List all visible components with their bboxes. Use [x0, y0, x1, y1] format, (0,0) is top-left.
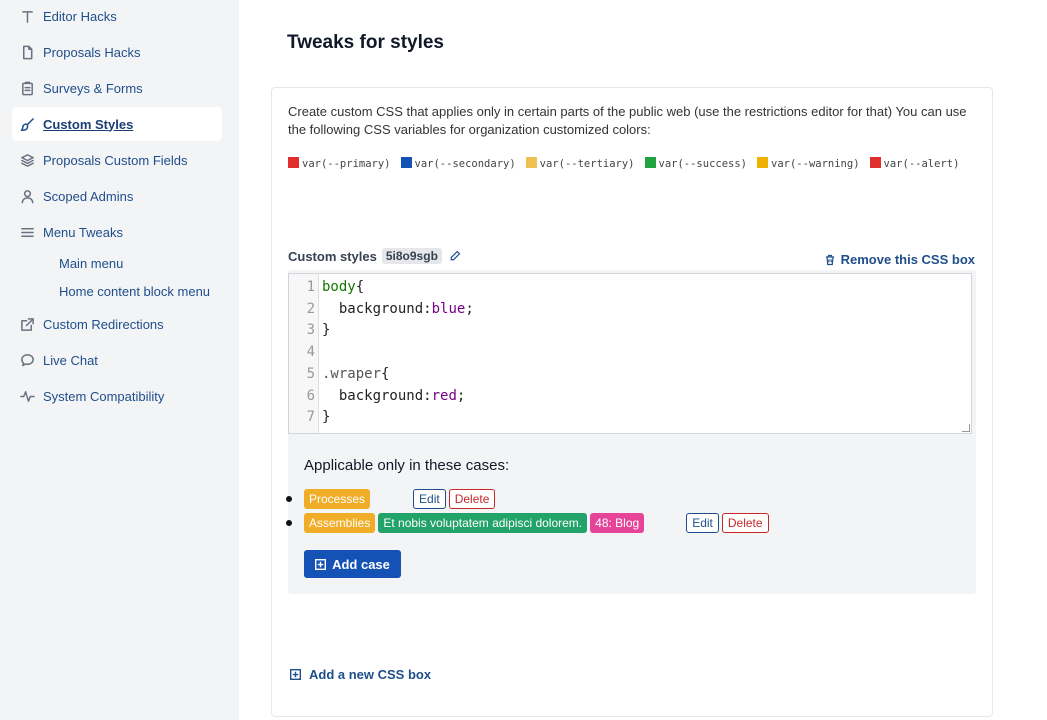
- edit-case-button[interactable]: Edit: [413, 489, 446, 509]
- add-case-button[interactable]: Add case: [304, 550, 401, 578]
- sidebar-item-label: Proposals Custom Fields: [43, 152, 188, 168]
- sidebar-subitem-home-content-block-menu[interactable]: Home content block menu: [59, 284, 210, 299]
- sidebar-item-surveys-forms[interactable]: Surveys & Forms: [12, 71, 222, 105]
- css-variable-warning: var(--warning): [757, 155, 860, 174]
- file-icon: [20, 45, 35, 60]
- menu-icon: [20, 225, 35, 240]
- edit-case-button[interactable]: Edit: [686, 513, 719, 533]
- sidebar-item-label: Custom Redirections: [43, 316, 164, 332]
- sidebar-item-editor-hacks[interactable]: Editor Hacks: [12, 0, 222, 33]
- page-title: Tweaks for styles: [287, 32, 445, 53]
- case-tag: Assemblies: [304, 513, 376, 533]
- delete-case-button[interactable]: Delete: [448, 489, 496, 509]
- case-tag: 48: Blog: [590, 513, 645, 533]
- text-icon: [20, 9, 35, 24]
- sidebar: Editor Hacks Proposals Hacks Surveys & F…: [0, 0, 239, 720]
- cases-title: Applicable only in these cases:: [304, 457, 510, 474]
- case-tag: Et nobis voluptatem adipisci dolorem.: [378, 513, 588, 533]
- css-code-editor[interactable]: 1 body{ 2 background:blue; 3} 4 5 .wraper{…: [288, 273, 972, 434]
- sidebar-item-label: Proposals Hacks: [43, 44, 141, 60]
- sidebar-item-label: Live Chat: [43, 352, 98, 368]
- sidebar-subitem-main-menu[interactable]: Main menu: [59, 256, 123, 271]
- brush-icon: [20, 117, 35, 132]
- css-variable-alert: var(--alert): [869, 155, 959, 174]
- sidebar-item-system-compatibility[interactable]: System Compatibility: [12, 379, 222, 413]
- trash-icon: [825, 254, 834, 265]
- add-css-box-button[interactable]: Add a new CSS box: [290, 667, 431, 682]
- css-variables-list: var(--primary) var(--secondary) var(--tert…: [288, 155, 978, 174]
- layers-icon: [20, 153, 35, 168]
- pulse-icon: [20, 389, 35, 404]
- delete-case-button[interactable]: Delete: [721, 513, 769, 533]
- sidebar-item-live-chat[interactable]: Live Chat: [12, 343, 222, 377]
- case-item: Processes Edit Delete: [286, 489, 498, 509]
- sidebar-item-custom-styles[interactable]: Custom Styles: [12, 107, 222, 141]
- sidebar-item-menu-tweaks[interactable]: Menu Tweaks: [12, 215, 222, 249]
- user-icon: [20, 189, 35, 204]
- chat-icon: [20, 353, 35, 368]
- sidebar-item-custom-redirections[interactable]: Custom Redirections: [12, 307, 222, 341]
- case-tag: Processes: [304, 489, 371, 509]
- sidebar-item-label: Scoped Admins: [43, 188, 134, 204]
- css-variable-secondary: var(--secondary): [400, 155, 516, 174]
- sidebar-item-proposals-hacks[interactable]: Proposals Hacks: [12, 35, 222, 69]
- pencil-icon[interactable]: [449, 250, 461, 262]
- css-variable-success: var(--success): [644, 155, 747, 174]
- sidebar-item-label: Surveys & Forms: [43, 80, 143, 96]
- plus-square-icon: [315, 558, 327, 570]
- bullet: [286, 520, 292, 526]
- css-variable-primary: var(--primary): [288, 155, 391, 174]
- bullet: [286, 496, 292, 502]
- sidebar-item-proposals-custom-fields[interactable]: Proposals Custom Fields: [12, 143, 222, 177]
- custom-styles-id: 5i8o9sgb: [381, 248, 442, 264]
- custom-styles-label: Custom styles 5i8o9sgb: [288, 248, 461, 264]
- remove-css-box-button[interactable]: Remove this CSS box: [824, 252, 975, 267]
- description-text: Create custom CSS that applies only in c…: [288, 104, 967, 137]
- css-variable-tertiary: var(--tertiary): [525, 155, 635, 174]
- sidebar-item-scoped-admins[interactable]: Scoped Admins: [12, 179, 222, 213]
- sidebar-item-label: Custom Styles: [43, 116, 134, 132]
- clipboard-icon: [20, 81, 35, 96]
- case-item: Assemblies Et nobis voluptatem adipisci …: [286, 513, 772, 533]
- sidebar-item-label: Editor Hacks: [43, 8, 117, 24]
- plus-square-icon: [290, 669, 301, 680]
- sidebar-item-label: Menu Tweaks: [43, 224, 123, 240]
- resize-handle[interactable]: [962, 424, 970, 432]
- external-link-icon: [20, 317, 35, 332]
- sidebar-item-label: System Compatibility: [43, 388, 165, 404]
